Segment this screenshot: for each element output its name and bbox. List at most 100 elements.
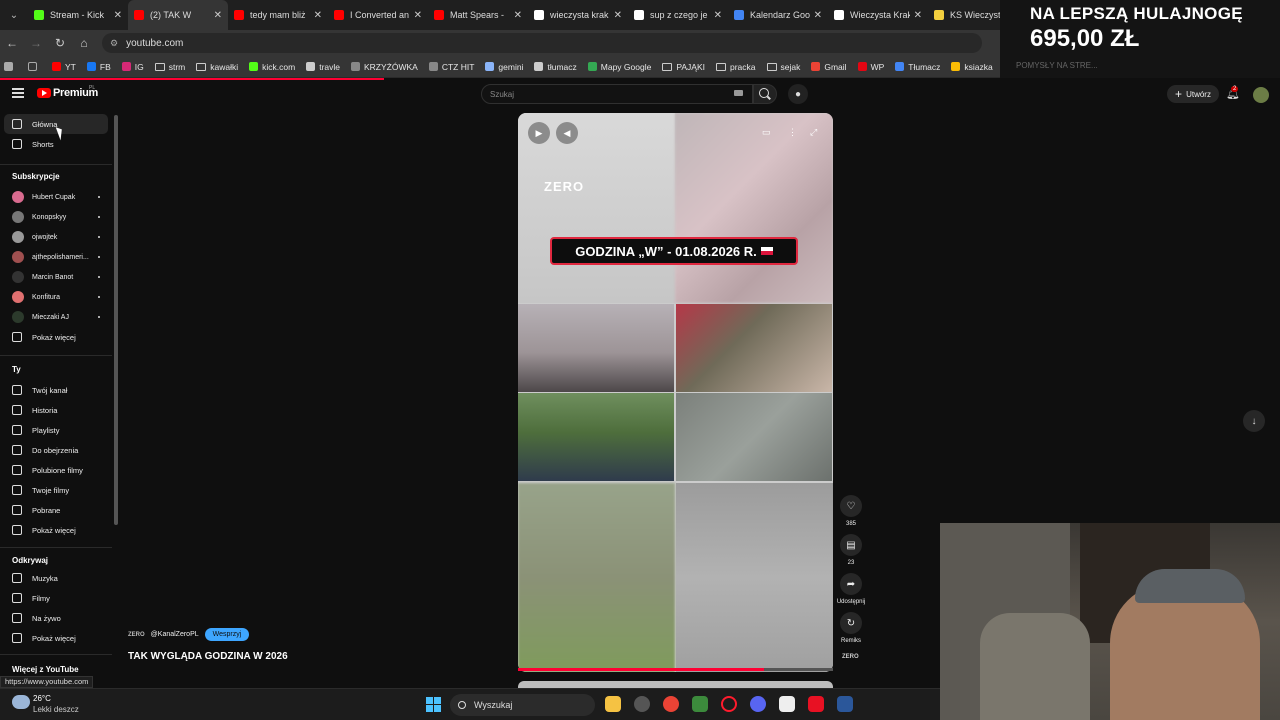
obs-icon[interactable]: [779, 696, 795, 712]
bookmark-item[interactable]: Mapy Google: [587, 62, 651, 72]
opera-icon[interactable]: [721, 696, 737, 712]
browser-tab[interactable]: wieczysta krak ✕: [528, 0, 628, 30]
captions-icon[interactable]: ▭: [762, 127, 771, 138]
home-icon[interactable]: ⌂: [72, 36, 96, 50]
menu-icon[interactable]: [12, 88, 24, 98]
more-options-icon[interactable]: ⋮: [788, 127, 797, 138]
sidebar-item[interactable]: Pobrane: [4, 500, 108, 520]
channel-handle[interactable]: @KanalZeroPL: [151, 631, 199, 638]
browser-tab[interactable]: Wieczysta Krak ✕: [828, 0, 928, 30]
avatar[interactable]: [1253, 87, 1269, 103]
play-icon[interactable]: ▶: [528, 122, 550, 144]
weather-description[interactable]: Lekki deszcz: [33, 705, 79, 714]
sidebar-item[interactable]: Polubione filmy: [4, 460, 108, 480]
remix-button[interactable]: ↻ Remiks: [838, 612, 864, 644]
video-progress-bar[interactable]: [518, 668, 833, 671]
close-tab-icon[interactable]: ✕: [214, 10, 222, 21]
browser-tab[interactable]: tedy mam bliż ✕: [228, 0, 328, 30]
subscription-item[interactable]: ajthepolishameri...: [4, 247, 108, 267]
bookmark-item[interactable]: YT: [52, 62, 76, 72]
close-tab-icon[interactable]: ✕: [314, 10, 322, 21]
reload-icon[interactable]: ↻: [48, 36, 72, 50]
bookmarks-apps-icon[interactable]: [4, 62, 17, 71]
bookmarks-grid-icon[interactable]: [28, 62, 41, 71]
weather-icon[interactable]: [12, 695, 30, 709]
search-input[interactable]: Szukaj: [481, 84, 753, 104]
bookmark-item[interactable]: Tłumacz: [895, 62, 940, 72]
sidebar-item[interactable]: Główna: [4, 114, 108, 134]
site-info-icon[interactable]: ⚙: [110, 38, 118, 49]
video-title[interactable]: TAK WYGLĄDA GODZINA W 2026: [128, 651, 288, 662]
sidebar-item[interactable]: Playlisty: [4, 420, 108, 440]
bookmark-item[interactable]: gemini: [485, 62, 523, 72]
comments-button[interactable]: ▤ 23: [838, 534, 864, 566]
url-field[interactable]: ⚙ youtube.com: [102, 33, 982, 53]
subscription-item[interactable]: Mieczaki AJ: [4, 307, 108, 327]
sidebar-item[interactable]: Shorts: [4, 134, 108, 154]
sidebar-item[interactable]: Pokaż więcej: [4, 327, 108, 347]
tab-search-icon[interactable]: ⌄: [0, 0, 28, 30]
sidebar-item[interactable]: Twój kanał: [4, 380, 108, 400]
sidebar-item[interactable]: Filmy: [4, 588, 108, 608]
forward-icon[interactable]: →: [24, 36, 48, 50]
explore-heading[interactable]: Odkrywaj: [12, 556, 48, 565]
vpn-icon[interactable]: [692, 696, 708, 712]
you-heading[interactable]: Ty: [12, 365, 21, 374]
subscription-item[interactable]: Marcin Banot: [4, 267, 108, 287]
bookmark-item[interactable]: PAJĄKI: [662, 62, 705, 72]
back-icon[interactable]: ←: [0, 36, 24, 50]
browser-tab[interactable]: I Converted an ✕: [328, 0, 428, 30]
bookmark-item[interactable]: sejak: [766, 62, 800, 72]
subscriptions-heading[interactable]: Subskrypcje: [12, 172, 60, 181]
word-icon[interactable]: [837, 696, 853, 712]
shorts-player[interactable]: ZERO GODZINA „W” - 01.08.2026 R. ▶ ◀ ▭ ⋮…: [518, 113, 833, 672]
discord-icon[interactable]: [750, 696, 766, 712]
channel-thumbnail[interactable]: ZERO: [842, 654, 859, 660]
browser-tab[interactable]: Kalendarz Goo ✕: [728, 0, 828, 30]
channel-logo[interactable]: ZERO: [128, 632, 145, 638]
bookmark-item[interactable]: pracka: [716, 62, 756, 72]
bookmark-item[interactable]: tłumacz: [534, 62, 577, 72]
bookmark-item[interactable]: KRZYŻÓWKA: [351, 62, 418, 72]
support-button[interactable]: Wesprzyj: [204, 628, 250, 641]
bookmark-item[interactable]: FB: [86, 62, 111, 72]
share-button[interactable]: ➦ Udostępnij: [832, 573, 870, 605]
bookmark-item[interactable]: strm: [154, 62, 185, 72]
subscription-item[interactable]: Konfitura: [4, 287, 108, 307]
next-short-arrow-icon[interactable]: ↓: [1243, 410, 1265, 432]
browser-tab[interactable]: sup z czego je ✕: [628, 0, 728, 30]
file-explorer-icon[interactable]: [605, 696, 621, 712]
more-from-youtube-heading[interactable]: Więcej z YouTube: [12, 665, 79, 674]
volume-icon[interactable]: ◀: [556, 122, 578, 144]
youtube-logo-icon[interactable]: [37, 88, 51, 98]
subscription-item[interactable]: ojwojtek: [4, 227, 108, 247]
bookmark-item[interactable]: travle: [306, 62, 340, 72]
sidebar-item[interactable]: Muzyka: [4, 568, 108, 588]
bookmark-item[interactable]: kawałki: [196, 62, 238, 72]
taskbar-search[interactable]: Wyszukaj: [450, 694, 595, 716]
bookmark-item[interactable]: IG: [121, 62, 144, 72]
weather-temperature[interactable]: 26°C: [33, 694, 51, 703]
subscription-item[interactable]: Konopskyy: [4, 207, 108, 227]
bookmark-item[interactable]: WP: [857, 62, 884, 72]
close-tab-icon[interactable]: ✕: [414, 10, 422, 21]
media-app-icon[interactable]: [808, 696, 824, 712]
settings-icon[interactable]: [634, 696, 650, 712]
sidebar-item[interactable]: Historia: [4, 400, 108, 420]
close-tab-icon[interactable]: ✕: [814, 10, 822, 21]
bookmark-item[interactable]: ksiazka: [951, 62, 993, 72]
sidebar-scrollbar[interactable]: [114, 115, 118, 525]
sidebar-item[interactable]: Twoje filmy: [4, 480, 108, 500]
subscription-item[interactable]: Hubert Cupak: [4, 187, 108, 207]
bookmark-item[interactable]: kick.com: [249, 62, 295, 72]
sidebar-item[interactable]: Do obejrzenia: [4, 440, 108, 460]
chrome-icon[interactable]: [663, 696, 679, 712]
keyboard-icon[interactable]: [734, 90, 743, 96]
sidebar-item[interactable]: Pokaż więcej: [4, 520, 108, 540]
browser-tab[interactable]: Matt Spears - ✕: [428, 0, 528, 30]
like-button[interactable]: ♡ 385: [838, 495, 864, 527]
close-tab-icon[interactable]: ✕: [114, 10, 122, 21]
start-icon[interactable]: [426, 697, 441, 712]
create-button[interactable]: + Utwórz: [1167, 85, 1219, 103]
browser-tab[interactable]: Stream - Kick ✕: [28, 0, 128, 30]
